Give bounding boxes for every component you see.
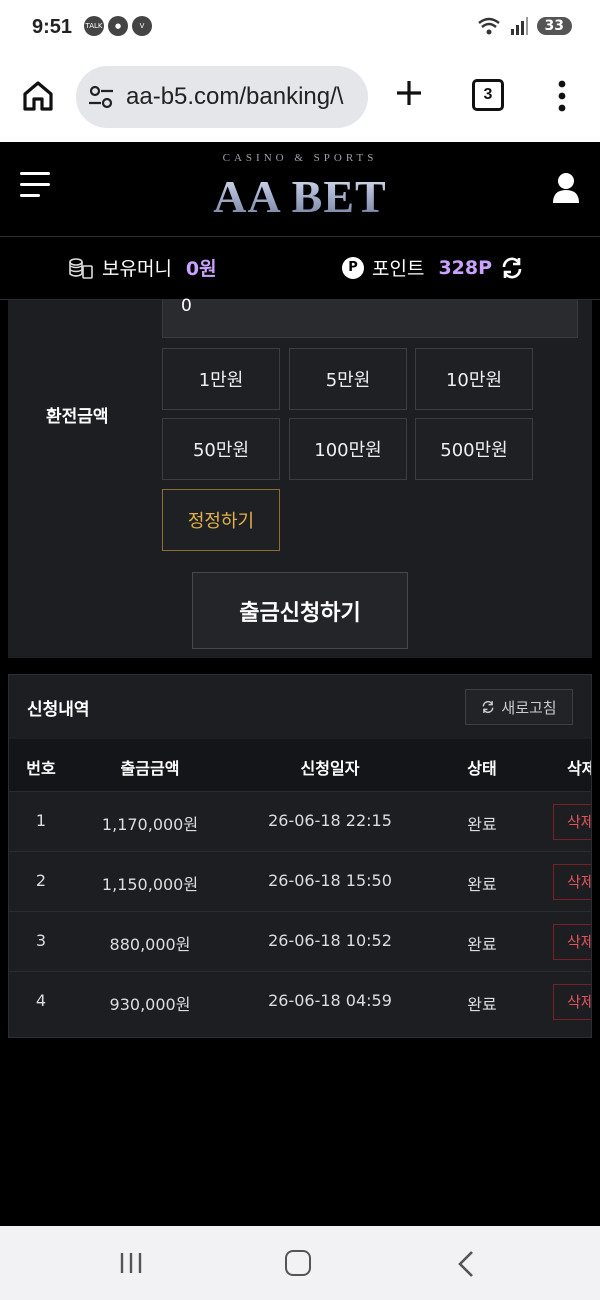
browser-toolbar: aa-b5.com/banking/\ 3 xyxy=(0,56,600,142)
logo-tagline: CASINO & SPORTS xyxy=(222,152,378,164)
nav-home-icon[interactable] xyxy=(285,1250,311,1276)
reset-amount-button[interactable]: 정정하기 xyxy=(162,489,280,551)
home-icon[interactable] xyxy=(20,78,56,114)
tab-switcher-button[interactable]: 3 xyxy=(472,79,504,111)
delete-button[interactable]: 삭제 xyxy=(553,924,591,960)
withdraw-amount-value: 0 xyxy=(181,296,192,316)
wifi-icon xyxy=(477,17,500,35)
site-header: CASINO & SPORTS AA BET xyxy=(0,142,600,237)
row-date: 26-06-18 04:59 xyxy=(268,991,392,1010)
row-status: 완료 xyxy=(467,935,497,954)
vpn-notification-icon: V xyxy=(132,16,152,36)
exchange-amount-label: 환전금액 xyxy=(46,407,109,427)
history-title: 신청내역 xyxy=(27,700,90,720)
history-refresh-button[interactable]: 새로고침 xyxy=(465,689,573,725)
site-logo[interactable]: AA BET xyxy=(0,170,600,223)
row-status: 완료 xyxy=(467,995,497,1014)
back-icon[interactable] xyxy=(456,1250,476,1278)
points-label: 포인트 xyxy=(372,258,425,280)
column-header-delete: 삭제 xyxy=(567,759,591,778)
coins-icon xyxy=(69,257,93,279)
row-number: 1 xyxy=(35,811,47,830)
amount-button-500k[interactable]: 50만원 xyxy=(162,418,280,480)
chat-notification-icon: ● xyxy=(108,16,128,36)
refresh-label: 새로고침 xyxy=(501,698,557,717)
table-row: 3 880,000원 26-06-18 10:52 완료 삭제 xyxy=(9,911,591,972)
table-row: 4 930,000원 26-06-18 04:59 완료 삭제 xyxy=(9,971,591,1032)
row-date: 26-06-18 22:15 xyxy=(268,811,392,830)
status-right-icons: 33 xyxy=(477,16,572,36)
withdraw-amount-input[interactable]: 0 xyxy=(162,296,578,338)
delete-button[interactable]: 삭제 xyxy=(553,864,591,900)
notification-icons: TALK ● V xyxy=(84,16,152,36)
address-bar[interactable]: aa-b5.com/banking/\ xyxy=(76,66,368,128)
user-icon[interactable] xyxy=(552,172,580,204)
points-info: P 포인트 328P xyxy=(342,254,524,281)
url-text: aa-b5.com/banking/\ xyxy=(126,83,344,110)
row-number: 3 xyxy=(35,931,47,950)
column-header-status: 상태 xyxy=(467,759,497,778)
withdrawal-history-panel: 신청내역 새로고침 번호 출금금액 신청일자 상태 삭제 1 1,170,000… xyxy=(8,674,592,1038)
balance-bar: 보유머니 0원 P 포인트 328P xyxy=(0,237,600,300)
row-date: 26-06-18 10:52 xyxy=(268,931,392,950)
signal-icon xyxy=(510,17,528,35)
balance-info: 보유머니 0원 xyxy=(68,254,217,281)
recent-apps-icon[interactable] xyxy=(118,1252,144,1274)
row-amount: 930,000원 xyxy=(109,995,191,1014)
site-settings-icon[interactable] xyxy=(88,85,114,109)
amount-button-50k[interactable]: 5만원 xyxy=(289,348,407,410)
amount-button-100k[interactable]: 10만원 xyxy=(415,348,533,410)
withdrawal-form: 0 환전금액 1만원 5만원 10만원 50만원 100만원 500만원 정정하… xyxy=(8,296,592,658)
balance-value: 0원 xyxy=(185,258,217,280)
row-amount: 1,150,000원 xyxy=(101,875,199,894)
row-amount: 1,170,000원 xyxy=(101,815,199,834)
refresh-icon[interactable] xyxy=(500,256,524,280)
history-table-header: 번호 출금금액 신청일자 상태 삭제 xyxy=(9,739,591,791)
row-number: 4 xyxy=(35,991,47,1010)
more-vert-icon[interactable] xyxy=(558,80,566,112)
row-status: 완료 xyxy=(467,875,497,894)
points-value: 328P xyxy=(438,256,493,279)
points-badge-icon: P xyxy=(342,256,364,279)
amount-button-10k[interactable]: 1만원 xyxy=(162,348,280,410)
row-status: 완료 xyxy=(467,815,497,834)
amount-button-5m[interactable]: 500만원 xyxy=(415,418,533,480)
system-navigation-bar xyxy=(0,1226,600,1300)
system-status-bar: 9:51 TALK ● V 33 xyxy=(0,0,600,56)
balance-label: 보유머니 xyxy=(102,258,172,280)
delete-button[interactable]: 삭제 xyxy=(553,804,591,840)
table-row: 1 1,170,000원 26-06-18 22:15 완료 삭제 xyxy=(9,791,591,852)
row-date: 26-06-18 15:50 xyxy=(268,871,392,890)
new-tab-plus-icon[interactable] xyxy=(394,78,424,108)
submit-withdrawal-button[interactable]: 출금신청하기 xyxy=(192,572,408,649)
refresh-icon xyxy=(482,700,494,714)
status-time: 9:51 xyxy=(32,16,73,38)
column-header-no: 번호 xyxy=(26,759,56,778)
delete-button[interactable]: 삭제 xyxy=(553,984,591,1020)
row-amount: 880,000원 xyxy=(109,935,191,954)
table-row: 2 1,150,000원 26-06-18 15:50 완료 삭제 xyxy=(9,851,591,912)
column-header-date: 신청일자 xyxy=(300,759,360,778)
row-number: 2 xyxy=(35,871,47,890)
battery-indicator: 33 xyxy=(536,17,572,35)
kakaotalk-notification-icon: TALK xyxy=(84,16,104,36)
amount-button-1m[interactable]: 100만원 xyxy=(289,418,407,480)
column-header-amount: 출금금액 xyxy=(120,759,180,778)
